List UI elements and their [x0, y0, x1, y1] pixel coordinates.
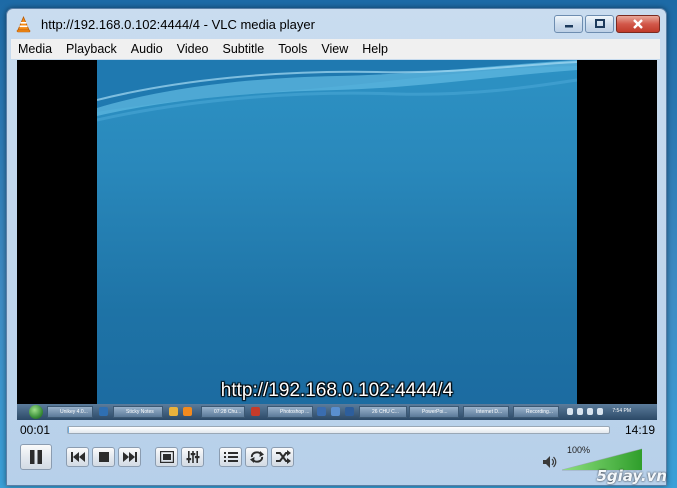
taskbar-item: Recording...: [513, 406, 559, 418]
taskbar-item: Sticky Notes: [113, 406, 163, 418]
title-bar[interactable]: http://192.168.0.102:4444/4 - VLC media …: [7, 9, 666, 39]
taskbar-app-icon: [331, 407, 340, 416]
previous-button[interactable]: [66, 447, 89, 467]
streamed-desktop-frame: [97, 60, 577, 420]
minimize-icon: [564, 25, 573, 28]
playlist-icon: [223, 452, 238, 462]
playlist-button[interactable]: [219, 447, 242, 467]
window-title: http://192.168.0.102:4444/4 - VLC media …: [41, 17, 315, 32]
elapsed-time[interactable]: 00:01: [20, 423, 50, 437]
taskbar-item: Unikey 4.0...: [47, 406, 93, 418]
previous-icon: [70, 452, 85, 462]
taskbar-item-label: 26 CHU C...: [372, 409, 399, 415]
menu-playback[interactable]: Playback: [59, 42, 124, 56]
extended-settings-button[interactable]: [181, 447, 204, 467]
taskbar-clock: 7:54 PM: [612, 408, 631, 414]
taskbar-item-label: Unikey 4.0...: [60, 409, 88, 415]
taskbar-item: Photoshop ...: [267, 406, 313, 418]
taskbar-item-label: Photoshop ...: [280, 409, 310, 415]
taskbar-item: 07:28 Chu...: [201, 406, 245, 418]
menu-media[interactable]: Media: [11, 42, 59, 56]
seek-progress: [68, 427, 69, 433]
vlc-window: http://192.168.0.102:4444/4 - VLC media …: [6, 8, 667, 486]
close-icon: [633, 19, 643, 29]
start-orb-icon: [29, 405, 43, 419]
taskbar-item: 26 CHU C...: [359, 406, 407, 418]
stop-icon: [98, 452, 109, 462]
taskbar-item-label: PowerPoi...: [422, 409, 448, 415]
taskbar-item: PowerPoi...: [409, 406, 459, 418]
taskbar-app-icon: [317, 407, 326, 416]
stop-button[interactable]: [92, 447, 115, 467]
taskbar-app-icon: [99, 407, 108, 416]
watermark: 5giay.vn: [596, 467, 667, 485]
video-area[interactable]: Unikey 4.0... Sticky Notes 07:28 Chu... …: [17, 60, 657, 420]
osd-stream-url: http://192.168.0.102:4444/4: [220, 380, 454, 401]
menu-help[interactable]: Help: [355, 42, 395, 56]
caption-buttons: [554, 15, 660, 33]
next-button[interactable]: [118, 447, 141, 467]
menu-subtitle[interactable]: Subtitle: [216, 42, 272, 56]
menu-audio[interactable]: Audio: [124, 42, 170, 56]
maximize-button[interactable]: [585, 15, 614, 33]
loop-button[interactable]: [245, 447, 268, 467]
menu-view[interactable]: View: [314, 42, 355, 56]
pause-icon: [30, 450, 42, 464]
seek-slider[interactable]: [67, 426, 610, 434]
tray-icon: [567, 408, 573, 415]
taskbar-app-icon: [345, 407, 354, 416]
tray-icon: [587, 408, 593, 415]
mute-button[interactable]: [542, 455, 558, 474]
taskbar-app-icon: [169, 407, 178, 416]
taskbar-item-label: Recording...: [526, 409, 553, 415]
next-icon: [122, 452, 137, 462]
taskbar-item-label: 07:28 Chu...: [214, 409, 242, 415]
streamed-taskbar: Unikey 4.0... Sticky Notes 07:28 Chu... …: [17, 404, 657, 420]
menu-bar: Media Playback Audio Video Subtitle Tool…: [11, 39, 660, 59]
tray-icon: [577, 408, 583, 415]
menu-tools[interactable]: Tools: [271, 42, 314, 56]
taskbar-app-icon: [251, 407, 260, 416]
wallpaper-waves: [97, 60, 577, 122]
minimize-button[interactable]: [554, 15, 583, 33]
speaker-icon: [543, 456, 557, 468]
play-pause-button[interactable]: [20, 444, 52, 470]
vlc-cone-icon: [15, 15, 32, 33]
shuffle-icon: [275, 450, 291, 464]
loop-icon: [249, 451, 264, 463]
extended-settings-icon: [186, 451, 199, 463]
taskbar-item-label: Sticky Notes: [126, 409, 154, 415]
fullscreen-icon: [159, 451, 174, 463]
shuffle-button[interactable]: [271, 447, 294, 467]
taskbar-app-icon: [183, 407, 192, 416]
taskbar-item: Internet D...: [463, 406, 509, 418]
fullscreen-button[interactable]: [155, 447, 178, 467]
seek-row: 00:01 14:19: [7, 421, 664, 441]
total-time[interactable]: 14:19: [625, 423, 655, 437]
taskbar-item-label: Internet D...: [476, 409, 503, 415]
control-bar: 100%: [7, 441, 664, 477]
close-button[interactable]: [616, 15, 660, 33]
maximize-icon: [594, 19, 605, 28]
menu-video[interactable]: Video: [170, 42, 216, 56]
tray-icon: [597, 408, 603, 415]
